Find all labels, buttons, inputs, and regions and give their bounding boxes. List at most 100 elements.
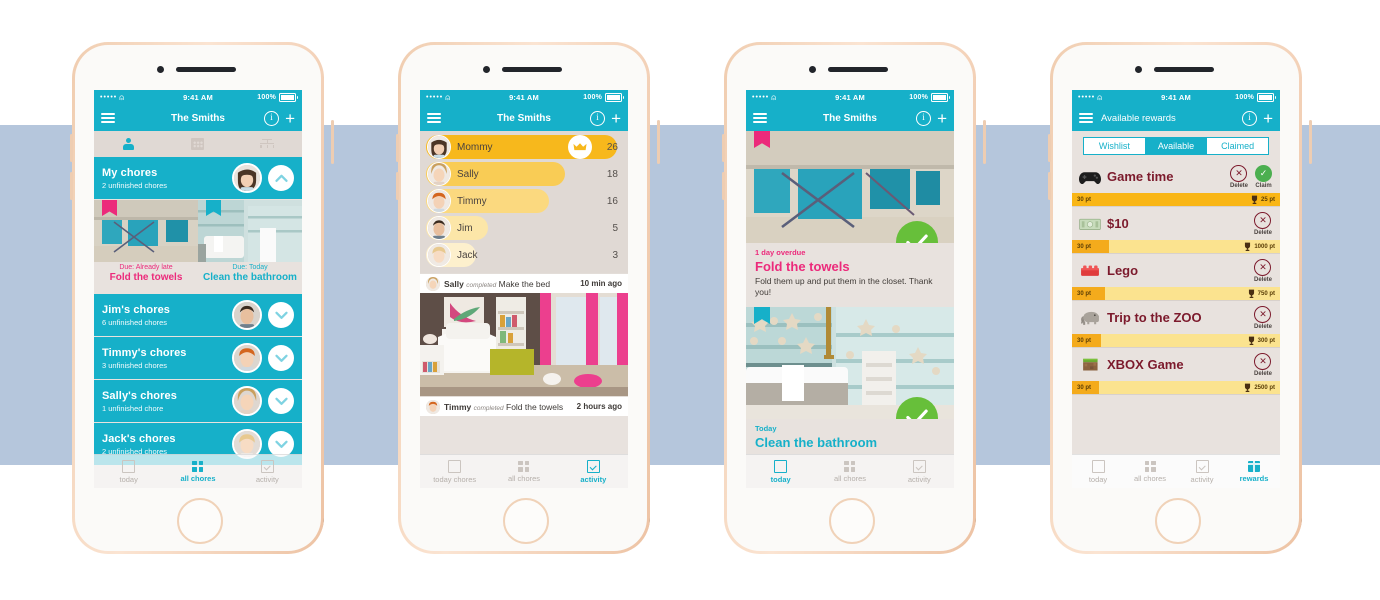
avatar[interactable] [232, 386, 262, 416]
delete-button[interactable]: ✕ Delete [1254, 258, 1272, 283]
menu-icon[interactable] [101, 112, 115, 124]
info-icon[interactable]: i [916, 110, 932, 126]
volume-up-button[interactable] [1048, 134, 1051, 162]
front-camera [157, 66, 164, 73]
tab-label: activity [907, 474, 931, 484]
reward-current-points: 30 pt [1077, 243, 1092, 250]
square-icon [774, 459, 788, 473]
home-button[interactable] [829, 498, 875, 544]
add-icon[interactable]: + [937, 110, 947, 127]
chore-card-image[interactable] [746, 306, 954, 419]
grid-icon [192, 460, 204, 472]
chore-group-row[interactable]: My chores 2 unfinished chores [94, 157, 302, 200]
group-name: Jack's chores [102, 432, 176, 445]
reward-total-label: 300 pt [1257, 337, 1275, 344]
power-button[interactable] [1309, 120, 1312, 164]
avatar[interactable] [232, 343, 262, 373]
tab-activity[interactable]: activity [559, 455, 628, 488]
chore-group-row[interactable]: Sally's chores 1 unfinished chore [94, 380, 302, 423]
tab-today[interactable]: today [1072, 455, 1124, 488]
info-icon[interactable]: i [1242, 110, 1258, 126]
chevron-down-icon[interactable] [268, 388, 294, 414]
chore-group-row[interactable]: Jim's chores 6 unfinished chores [94, 294, 302, 337]
leaderboard-row[interactable]: Mommy 26 [420, 134, 628, 160]
add-icon[interactable]: + [611, 110, 621, 127]
add-icon[interactable]: + [285, 110, 295, 127]
chevron-up-icon[interactable] [268, 165, 294, 191]
reward-total-label: 25 pt [1260, 196, 1275, 203]
home-button[interactable] [1155, 498, 1201, 544]
signal-icon: ••••• [426, 94, 444, 101]
power-button[interactable] [657, 120, 660, 164]
chore-due-cell[interactable]: Due: Today Clean the bathroom [198, 262, 302, 294]
tab-today-chores[interactable]: today chores [420, 455, 489, 488]
leaderboard-row[interactable]: Jim 5 [420, 215, 628, 241]
chore-due-label: 1 day overdue [755, 248, 806, 257]
volume-down-button[interactable] [396, 172, 399, 200]
segment-person[interactable] [94, 131, 163, 157]
add-icon[interactable]: + [1263, 110, 1273, 127]
minecraft-block-icon [1079, 355, 1101, 375]
volume-up-button[interactable] [70, 134, 73, 162]
tab-today[interactable]: today [94, 455, 163, 488]
chore-thumb[interactable] [94, 200, 198, 262]
power-button[interactable] [983, 120, 986, 164]
volume-down-button[interactable] [70, 172, 73, 200]
tab-all-chores[interactable]: all chores [163, 455, 232, 488]
volume-up-button[interactable] [722, 134, 725, 162]
info-icon[interactable]: i [264, 110, 280, 126]
chevron-down-icon[interactable] [268, 345, 294, 371]
chore-group-row[interactable]: Timmy's chores 3 unfinished chores [94, 337, 302, 380]
chore-thumb[interactable] [198, 200, 302, 262]
chevron-down-icon[interactable] [268, 302, 294, 328]
gamepad-icon [1079, 167, 1101, 187]
elephant-icon [1079, 308, 1101, 328]
feed-image[interactable] [420, 293, 628, 396]
tab-all-chores[interactable]: all chores [489, 455, 558, 488]
activity-feed-row[interactable]: Sally completed Make the bed 10 min ago [420, 273, 628, 293]
chore-due-cell[interactable]: Due: Already late Fold the towels [94, 262, 198, 294]
tab-all-chores[interactable]: all chores [1124, 455, 1176, 488]
segment-calendar[interactable] [163, 131, 232, 157]
volume-down-button[interactable] [1048, 172, 1051, 200]
tab-activity[interactable]: activity [885, 455, 954, 488]
activity-feed-row[interactable]: Timmy completed Fold the towels 2 hours … [420, 396, 628, 416]
chore-title: Fold the towels [109, 272, 183, 283]
leaderboard-row[interactable]: Sally 18 [420, 161, 628, 187]
menu-icon[interactable] [753, 112, 767, 124]
chore-card-image[interactable] [746, 131, 954, 243]
volume-down-button[interactable] [722, 172, 725, 200]
tab-wishlist[interactable]: Wishlist [1083, 137, 1146, 155]
menu-icon[interactable] [427, 112, 441, 124]
menu-icon[interactable] [1079, 112, 1093, 124]
reward-row: Game time ✕ Delete ✓ Claim 30 pt 25 pt [1072, 160, 1280, 207]
delete-button[interactable]: ✕ Delete [1254, 352, 1272, 377]
tab-claimed[interactable]: Claimed [1206, 137, 1270, 155]
claim-button[interactable]: ✓ Claim [1255, 164, 1272, 189]
leaderboard-row[interactable]: Jack 3 [420, 242, 628, 268]
home-button[interactable] [177, 498, 223, 544]
avatar[interactable] [232, 163, 262, 193]
delete-button[interactable]: ✕ Delete [1254, 211, 1272, 236]
tab-rewards[interactable]: rewards [1228, 455, 1280, 488]
delete-button[interactable]: ✕ Delete [1254, 305, 1272, 330]
tab-today[interactable]: today [746, 455, 815, 488]
volume-up-button[interactable] [396, 134, 399, 162]
avatar[interactable] [232, 300, 262, 330]
reward-filter-tabs: Wishlist Available Claimed [1072, 131, 1280, 160]
home-button[interactable] [503, 498, 549, 544]
leaderboard-row[interactable]: Timmy 16 [420, 188, 628, 214]
reward-total-points: 25 pt [1250, 195, 1275, 204]
delete-button[interactable]: ✕ Delete [1230, 164, 1248, 189]
tab-available[interactable]: Available [1145, 137, 1207, 155]
tab-all-chores[interactable]: all chores [815, 455, 884, 488]
tab-activity[interactable]: activity [1176, 455, 1228, 488]
wifi-icon: ⍝ [445, 92, 451, 102]
power-button[interactable] [331, 120, 334, 164]
tab-activity[interactable]: activity [233, 455, 302, 488]
phone-3-screen: ••••• ⍝ 9:41 AM 100% The Smiths i + 1 da… [746, 90, 954, 488]
info-icon[interactable]: i [590, 110, 606, 126]
due-label: Due: Already late [119, 264, 173, 271]
segment-family-tree[interactable] [233, 131, 302, 157]
square-icon [122, 459, 136, 473]
